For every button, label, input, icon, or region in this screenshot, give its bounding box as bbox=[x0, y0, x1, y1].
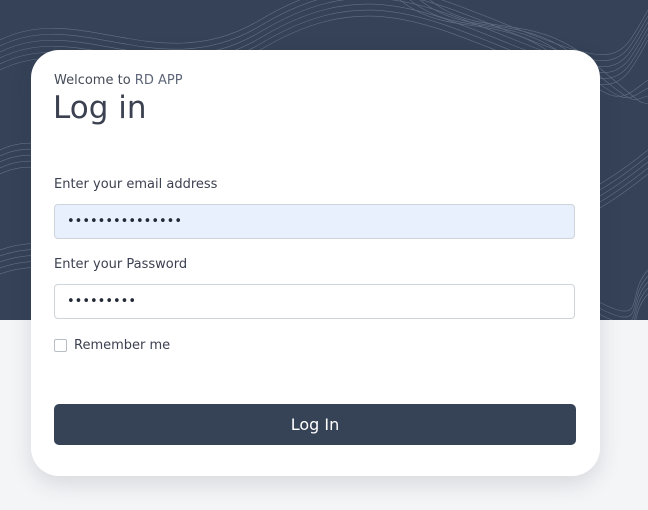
app-name: RD APP bbox=[134, 73, 183, 88]
email-field[interactable]: ••••••••••••••• bbox=[54, 204, 575, 239]
login-button[interactable]: Log In bbox=[54, 404, 576, 445]
password-label: Enter your Password bbox=[54, 257, 188, 272]
email-label: Enter your email address bbox=[54, 177, 218, 192]
login-page: Welcome to RD APP Log in Enter your emai… bbox=[0, 0, 648, 510]
remember-me-checkbox[interactable] bbox=[54, 339, 67, 352]
login-card: Welcome to RD APP Log in Enter your emai… bbox=[31, 50, 600, 476]
password-field[interactable]: ••••••••• bbox=[54, 284, 575, 319]
page-title: Log in bbox=[53, 90, 147, 126]
remember-me[interactable]: Remember me bbox=[54, 338, 170, 353]
remember-me-label[interactable]: Remember me bbox=[74, 338, 170, 353]
welcome-prefix: Welcome to bbox=[54, 73, 131, 88]
welcome-text: Welcome to RD APP bbox=[54, 73, 183, 88]
